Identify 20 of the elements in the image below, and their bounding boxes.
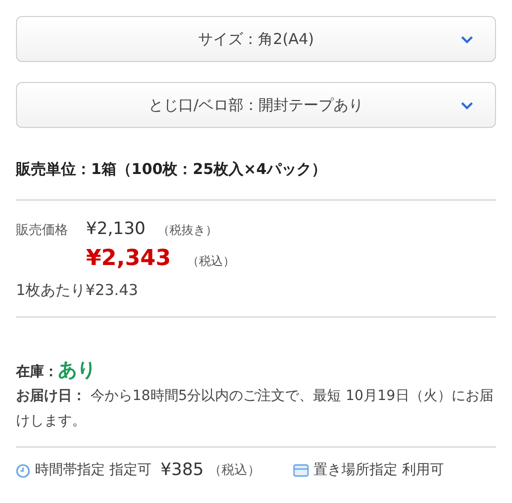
clock-icon bbox=[16, 464, 30, 478]
stock-status: あり bbox=[58, 358, 96, 382]
box-icon bbox=[292, 464, 309, 478]
sale-unit: 販売単位：1箱（100枚：25枚入×4パック） bbox=[16, 158, 496, 200]
dropdown[interactable]: とじ口/ベロ部：開封テープあり bbox=[16, 82, 496, 128]
option-label: 時間帯指定 指定可 bbox=[35, 461, 152, 480]
option-price: ¥385 bbox=[160, 459, 204, 482]
tax-note: （税込） bbox=[208, 462, 261, 480]
price-ex-tax: ¥2,130 bbox=[86, 218, 146, 240]
chevron-down-icon bbox=[461, 102, 473, 110]
chevron-down-icon bbox=[461, 36, 473, 44]
option-label: 置き場所指定 利用可 bbox=[314, 461, 444, 480]
tax-note: （税込） bbox=[186, 253, 235, 270]
stock-label: 在庫： bbox=[16, 362, 58, 382]
price-in-tax: ¥2,343 bbox=[86, 245, 171, 273]
price-label: 販売価格 bbox=[16, 222, 69, 240]
dropdown[interactable]: サイズ：角2(A4) bbox=[16, 16, 496, 62]
delivery-info: お届け日： 今から18時間5分以内のご注文で、最短 10月19日（火）にお届けします。 bbox=[16, 384, 496, 448]
tax-note: （税抜き） bbox=[157, 222, 218, 238]
per-sheet-price: 1枚あたり¥23.43 bbox=[16, 280, 140, 301]
